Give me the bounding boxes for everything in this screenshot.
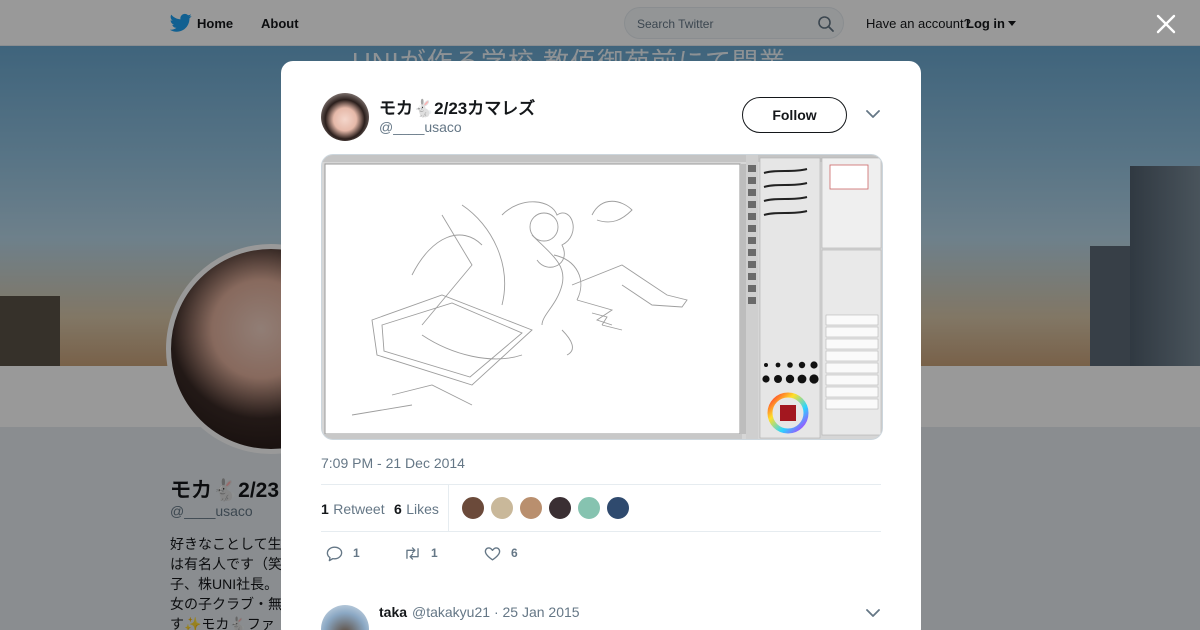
liker-avatar[interactable]: [461, 496, 485, 520]
likes-stat[interactable]: 6 Likes: [394, 501, 439, 519]
reply-date[interactable]: 25 Jan 2015: [503, 604, 580, 620]
tweet-author-avatar[interactable]: [321, 93, 369, 141]
reply-meta: @takakyu21 · 25 Jan 2015: [412, 604, 580, 620]
like-button[interactable]: 6: [483, 541, 518, 565]
tweet-modal: モカ🐇2/23カマレズ @____usaco Follow 7:09 PM - …: [281, 61, 921, 630]
reply-count: 1: [353, 546, 360, 560]
drawing-screenshot: [322, 155, 882, 439]
liker-avatar[interactable]: [548, 496, 572, 520]
liker-avatar[interactable]: [577, 496, 601, 520]
tweet-author-handle[interactable]: @____usaco: [379, 119, 462, 135]
reply-separator: ·: [493, 604, 499, 620]
retweet-icon: [406, 546, 419, 560]
liker-avatar[interactable]: [519, 496, 543, 520]
like-action-count: 6: [511, 546, 518, 560]
chevron-down-icon[interactable]: [866, 608, 880, 618]
retweet-label: Retweet: [333, 501, 385, 517]
likes-count: 6: [394, 501, 402, 517]
reply-icon: [326, 545, 343, 561]
reply-author-name[interactable]: taka: [379, 604, 407, 620]
reply-author-handle[interactable]: @takakyu21: [412, 604, 490, 620]
close-icon[interactable]: [1155, 13, 1177, 35]
tweet-author-name[interactable]: モカ🐇2/23カマレズ: [379, 94, 535, 119]
retweet-button[interactable]: 1: [403, 541, 438, 565]
reply-tweet[interactable]: taka @takakyu21 · 25 Jan 2015: [321, 601, 881, 630]
likes-label: Likes: [406, 501, 439, 517]
retweet-action-count: 1: [431, 546, 438, 560]
retweet-stat[interactable]: 1 Retweet: [321, 501, 385, 519]
tweet-actions: 1 1 6: [321, 541, 881, 565]
heart-icon: [484, 546, 501, 561]
reply-author-avatar[interactable]: [321, 605, 369, 630]
retweet-count: 1: [321, 501, 329, 517]
chevron-down-icon[interactable]: [866, 109, 880, 119]
liker-avatar[interactable]: [490, 496, 514, 520]
reply-button[interactable]: 1: [325, 541, 360, 565]
tweet-stats: 1 Retweet 6 Likes: [321, 484, 881, 532]
tweet-media-image[interactable]: [321, 154, 883, 440]
stats-divider: [448, 485, 449, 531]
follow-button[interactable]: Follow: [742, 97, 847, 133]
tweet-timestamp[interactable]: 7:09 PM - 21 Dec 2014: [321, 455, 465, 471]
liker-avatar[interactable]: [606, 496, 630, 520]
